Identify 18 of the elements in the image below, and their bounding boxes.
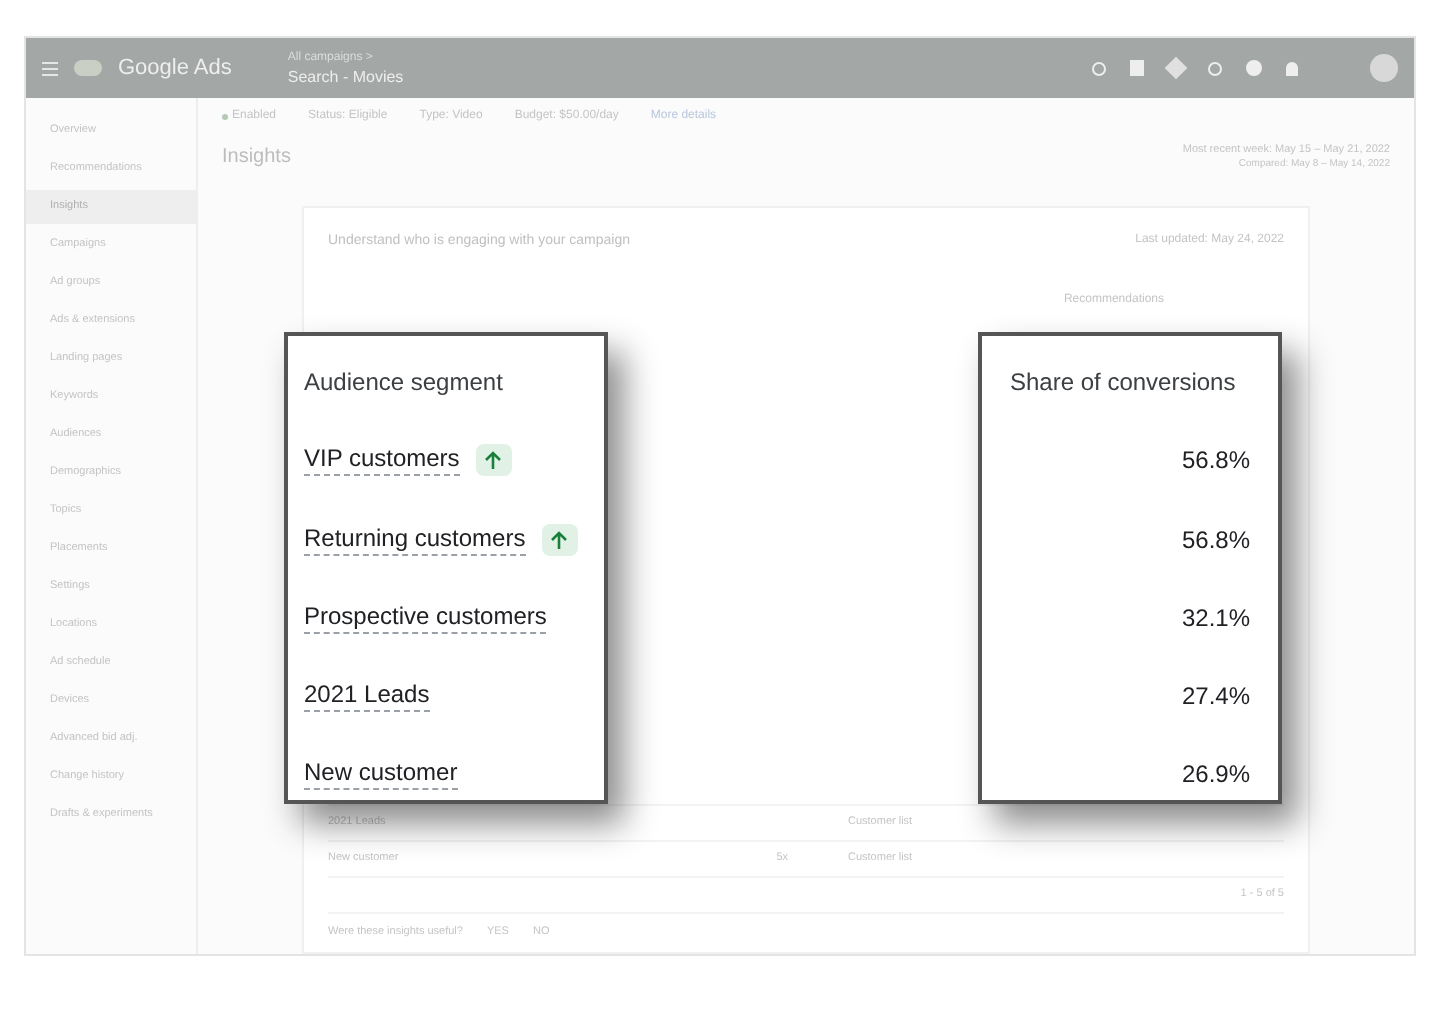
segment-name[interactable]: Returning customers <box>304 523 526 556</box>
share-value: 56.8% <box>1181 523 1250 558</box>
segment-name[interactable]: Prospective customers <box>304 601 547 634</box>
column-header: Share of conversions <box>1010 366 1238 400</box>
share-value: 27.4% <box>1181 680 1250 715</box>
share-value: 56.8% <box>1181 444 1250 479</box>
product-name: Google Ads <box>118 53 232 84</box>
page-title: Insights <box>222 144 291 172</box>
logo-icon <box>74 60 102 76</box>
segment-name[interactable]: VIP customers <box>304 444 460 477</box>
segment-name[interactable]: New customer <box>304 758 458 791</box>
share-value: 26.9% <box>1181 758 1250 793</box>
segment-name[interactable]: 2021 Leads <box>304 680 430 713</box>
share-value: 32.1% <box>1181 601 1250 636</box>
column-header: Audience segment <box>304 366 505 400</box>
campaign-name[interactable]: Search - Movies <box>287 68 404 86</box>
menu-icon[interactable] <box>42 61 58 75</box>
avatar-icon[interactable] <box>1370 54 1398 82</box>
